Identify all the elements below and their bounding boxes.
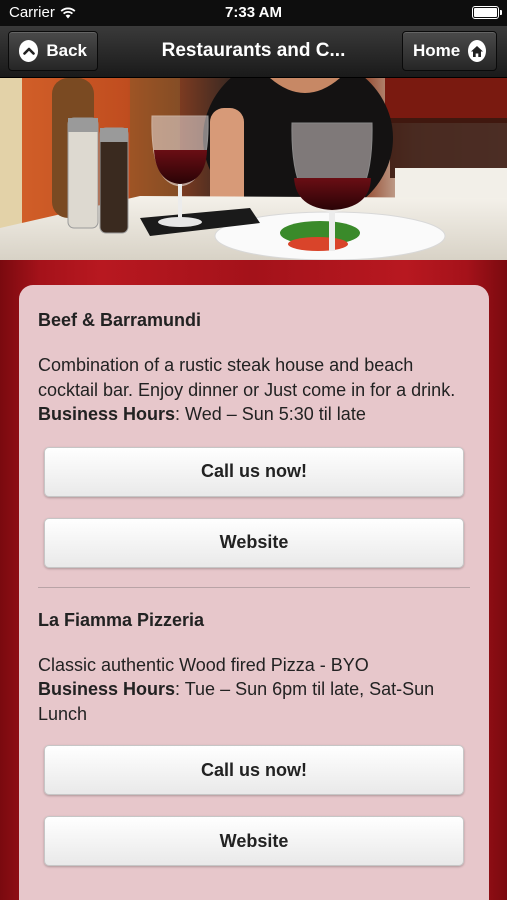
listing-item: Beef & Barramundi Combination of a rusti… (38, 310, 470, 568)
listing-description: Classic authentic Wood fired Pizza - BYO… (38, 653, 470, 727)
chevron-up-icon (19, 40, 39, 62)
description-text: Combination of a rustic steak house and … (38, 355, 456, 400)
hours-label: Business Hours (38, 679, 176, 699)
home-label: Home (413, 41, 461, 60)
back-button[interactable]: Back (8, 31, 98, 71)
description-text: Classic authentic Wood fired Pizza - BYO (38, 654, 369, 675)
hours-label: Business Hours (38, 404, 176, 424)
hero-image (0, 78, 507, 260)
call-button[interactable]: Call us now! (44, 745, 464, 795)
call-button[interactable]: Call us now! (44, 446, 464, 497)
battery-icon (472, 6, 502, 19)
website-button[interactable]: Website (44, 816, 464, 866)
navigation-bar: Back Restaurants and C... Home (0, 26, 507, 78)
listing-name: Beef & Barramundi (38, 310, 202, 330)
clock: 7:33 AM (225, 4, 282, 21)
home-icon (468, 40, 486, 62)
listing-description: Combination of a rustic steak house and … (38, 353, 470, 427)
page-title: Restaurants and C... (161, 40, 346, 61)
back-label: Back (46, 41, 87, 60)
listing-name: La Fiamma Pizzeria (38, 609, 205, 630)
listings-panel: Beef & Barramundi Combination of a rusti… (19, 285, 489, 900)
status-bar: Carrier 7:33 AM (0, 0, 507, 26)
restaurant-table-illustration (0, 78, 507, 260)
hours-value: : Wed – Sun 5:30 til late (175, 404, 366, 424)
website-button[interactable]: Website (44, 517, 464, 568)
divider (38, 586, 470, 588)
home-button[interactable]: Home (402, 31, 497, 71)
listing-item: La Fiamma Pizzeria Classic authentic Woo… (38, 609, 470, 866)
